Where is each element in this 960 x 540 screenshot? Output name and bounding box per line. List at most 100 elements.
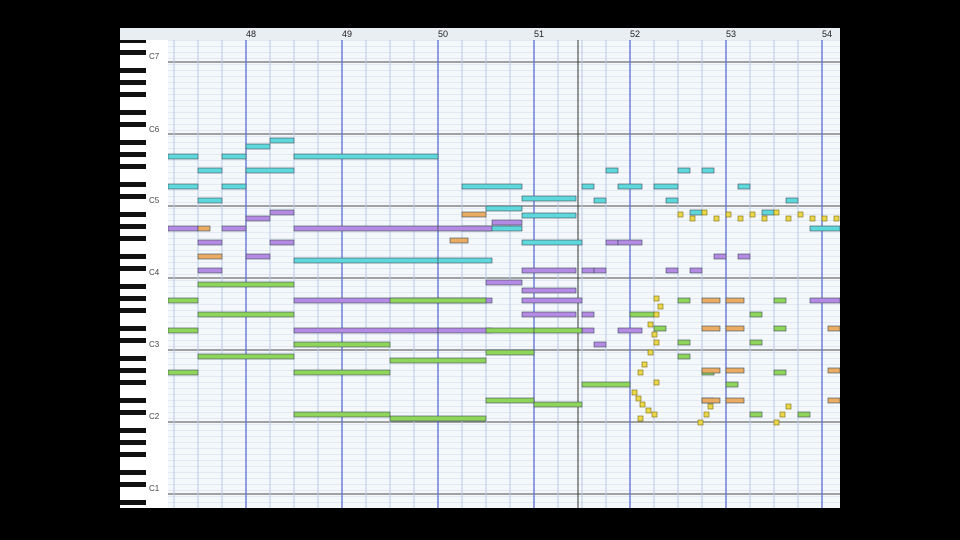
note-orange bbox=[725, 325, 745, 332]
note-green bbox=[389, 297, 487, 304]
note-green bbox=[197, 353, 295, 360]
black-key[interactable] bbox=[120, 50, 146, 55]
black-key[interactable] bbox=[120, 326, 146, 331]
note-marker bbox=[761, 215, 768, 222]
note-purple bbox=[245, 215, 271, 222]
black-key[interactable] bbox=[120, 338, 146, 343]
measure-label-54: 54 bbox=[822, 29, 833, 39]
black-key[interactable] bbox=[120, 470, 146, 475]
note-green bbox=[581, 381, 631, 388]
note-cyan bbox=[293, 257, 439, 264]
black-key[interactable] bbox=[120, 500, 146, 505]
note-green bbox=[677, 297, 691, 304]
octave-label-c6: C6 bbox=[149, 125, 160, 134]
black-key[interactable] bbox=[120, 164, 146, 169]
note-orange bbox=[701, 367, 721, 374]
black-key[interactable] bbox=[120, 398, 146, 403]
black-key[interactable] bbox=[120, 152, 146, 157]
black-key[interactable] bbox=[120, 92, 146, 97]
black-key[interactable] bbox=[120, 356, 146, 361]
note-cyan bbox=[245, 143, 271, 150]
note-purple bbox=[221, 225, 247, 232]
note-marker bbox=[653, 339, 660, 346]
note-purple bbox=[521, 267, 577, 274]
black-key[interactable] bbox=[120, 410, 146, 415]
black-key[interactable] bbox=[120, 68, 146, 73]
note-orange bbox=[197, 253, 223, 260]
note-grid-canvas[interactable] bbox=[168, 40, 840, 508]
note-marker bbox=[809, 215, 816, 222]
black-key[interactable] bbox=[120, 236, 146, 241]
note-purple bbox=[713, 253, 727, 260]
black-key[interactable] bbox=[120, 452, 146, 457]
note-cyan bbox=[761, 209, 775, 216]
note-green bbox=[677, 353, 691, 360]
note-purple bbox=[581, 327, 595, 334]
note-orange bbox=[827, 367, 840, 374]
note-green bbox=[485, 327, 535, 334]
note-green bbox=[629, 311, 655, 318]
note-orange bbox=[701, 297, 721, 304]
note-cyan bbox=[521, 212, 577, 219]
note-orange bbox=[725, 297, 745, 304]
note-purple bbox=[581, 311, 595, 318]
black-key[interactable] bbox=[120, 110, 146, 115]
black-key[interactable] bbox=[120, 80, 146, 85]
note-cyan bbox=[665, 197, 679, 204]
note-marker bbox=[773, 419, 780, 426]
note-green bbox=[773, 325, 787, 332]
note-green bbox=[293, 341, 391, 348]
note-cyan bbox=[168, 183, 199, 190]
note-marker bbox=[779, 411, 786, 418]
note-purple bbox=[437, 225, 493, 232]
note-green bbox=[293, 411, 391, 418]
black-key[interactable] bbox=[120, 40, 146, 43]
black-key[interactable] bbox=[120, 380, 146, 385]
note-cyan bbox=[593, 197, 607, 204]
black-key[interactable] bbox=[120, 140, 146, 145]
note-orange bbox=[725, 397, 745, 404]
note-green bbox=[749, 411, 763, 418]
piano-keyboard[interactable]: C7 C6 C5 C4 C3 C2 C1 bbox=[120, 40, 169, 508]
black-key[interactable] bbox=[120, 308, 146, 313]
note-marker bbox=[773, 209, 780, 216]
black-key[interactable] bbox=[120, 254, 146, 259]
note-cyan bbox=[605, 167, 619, 174]
note-cyan bbox=[437, 257, 493, 264]
note-marker bbox=[639, 401, 646, 408]
note-cyan bbox=[269, 137, 295, 144]
note-purple bbox=[168, 225, 199, 232]
note-cyan bbox=[677, 167, 691, 174]
measure-label-51: 51 bbox=[534, 29, 545, 39]
black-key[interactable] bbox=[120, 224, 146, 229]
black-key[interactable] bbox=[120, 182, 146, 187]
note-purple bbox=[593, 267, 607, 274]
black-key[interactable] bbox=[120, 368, 146, 373]
note-marker bbox=[821, 215, 828, 222]
black-key[interactable] bbox=[120, 482, 146, 487]
black-key[interactable] bbox=[120, 212, 146, 217]
note-orange bbox=[827, 397, 840, 404]
note-purple bbox=[617, 327, 643, 334]
black-key[interactable] bbox=[120, 266, 146, 271]
note-cyan bbox=[221, 153, 247, 160]
note-marker bbox=[713, 215, 720, 222]
black-key[interactable] bbox=[120, 194, 146, 199]
note-cyan bbox=[737, 183, 751, 190]
note-cyan bbox=[221, 183, 247, 190]
black-key[interactable] bbox=[120, 296, 146, 301]
note-purple bbox=[269, 239, 295, 246]
note-grid[interactable] bbox=[168, 40, 840, 508]
black-key[interactable] bbox=[120, 428, 146, 433]
note-purple bbox=[269, 209, 295, 216]
octave-label-c4: C4 bbox=[149, 268, 160, 277]
black-key[interactable] bbox=[120, 122, 146, 127]
note-green bbox=[533, 327, 583, 334]
note-marker bbox=[653, 379, 660, 386]
black-key[interactable] bbox=[120, 440, 146, 445]
black-key[interactable] bbox=[120, 284, 146, 289]
note-cyan bbox=[581, 183, 595, 190]
note-cyan bbox=[197, 197, 223, 204]
note-marker bbox=[653, 311, 660, 318]
note-cyan bbox=[617, 183, 643, 190]
